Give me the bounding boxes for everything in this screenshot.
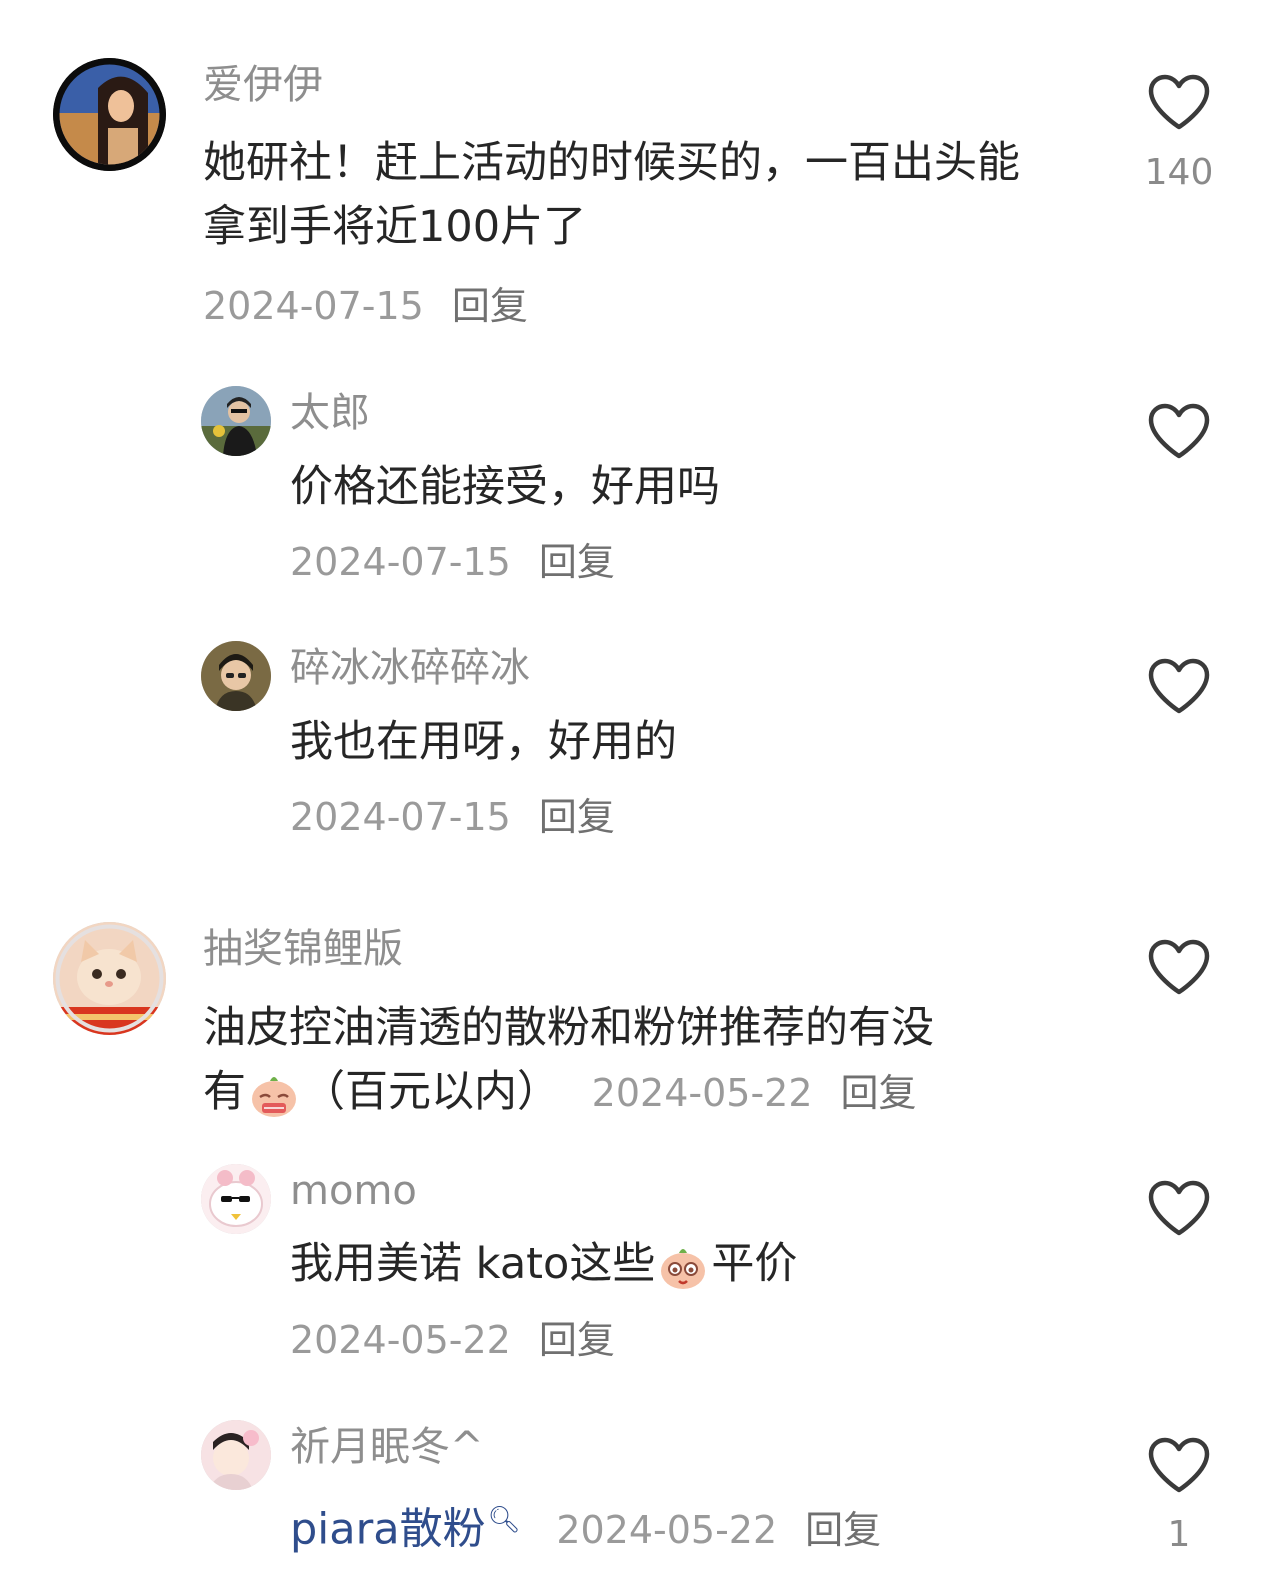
avatar[interactable] — [201, 641, 271, 711]
comment-text: 我也在用呀，好用的 — [290, 717, 677, 767]
comment-meta: 2024-07-15 回复 — [290, 798, 615, 836]
comment-text-line: 有 （百元以内） 2024-05-22 回复 — [203, 1060, 1103, 1124]
like-button[interactable] — [1139, 391, 1219, 471]
comment-text-segment: 有 — [203, 1067, 246, 1117]
like-button[interactable] — [1139, 1168, 1219, 1248]
comment-meta: 2024-05-22 回复 — [556, 1508, 881, 1552]
heart-outline-icon — [1148, 74, 1210, 130]
comment-date: 2024-07-15 — [203, 284, 424, 328]
comment-text-segment: （百元以内） — [302, 1067, 560, 1117]
heart-outline-icon — [1148, 403, 1210, 459]
avatar[interactable] — [53, 58, 166, 171]
reply-button[interactable]: 回复 — [539, 540, 615, 584]
comment-meta: 2024-07-15 回复 — [203, 287, 528, 325]
comment-text: piara散粉🔍︎ 2024-05-22 回复 — [290, 1488, 1190, 1561]
comment-meta: 2024-07-15 回复 — [290, 543, 615, 581]
username[interactable]: 太郎 — [290, 393, 370, 433]
reply-button[interactable]: 回复 — [805, 1508, 881, 1552]
comment-text: 价格还能接受，好用吗 — [290, 462, 720, 512]
comment-text-segment: 我用美诺 kato这些 — [290, 1239, 656, 1289]
comment-meta: 2024-05-22 回复 — [592, 1071, 917, 1115]
comment-text: 油皮控油清透的散粉和粉饼推荐的有没 有 （百元以内） 2024-05-22 回复 — [203, 996, 1103, 1124]
heart-outline-icon — [1148, 939, 1210, 995]
reply-button[interactable]: 回复 — [841, 1071, 917, 1115]
shy-face-emoji — [248, 1069, 300, 1121]
comment-date: 2024-07-15 — [290, 795, 511, 839]
heart-outline-icon — [1148, 1180, 1210, 1236]
reply-button[interactable]: 回复 — [452, 284, 528, 328]
like-button[interactable] — [1139, 927, 1219, 1007]
comment-date: 2024-05-22 — [591, 1071, 813, 1115]
comment-date: 2024-07-15 — [290, 540, 511, 584]
username[interactable]: momo — [290, 1171, 417, 1211]
avatar[interactable] — [201, 386, 271, 456]
comment-text-line: 油皮控油清透的散粉和粉饼推荐的有没 — [203, 1003, 934, 1053]
comment-date: 2024-05-22 — [556, 1508, 778, 1553]
username[interactable]: 碎冰冰碎碎冰 — [290, 648, 530, 688]
comment-text: 我用美诺 kato这些 平价 — [290, 1232, 1070, 1296]
heart-outline-icon — [1148, 658, 1210, 714]
comment-text: 她研社！赶上活动的时候买的，一百出头能拿到手将近100片了 — [203, 138, 1020, 252]
reply-button[interactable]: 回复 — [539, 795, 615, 839]
smiling-face-emoji — [657, 1241, 709, 1293]
comment-text-segment: 平价 — [711, 1239, 798, 1289]
username[interactable]: 爱伊伊 — [203, 65, 323, 105]
like-button[interactable] — [1139, 646, 1219, 726]
search-icon[interactable]: 🔍︎ — [488, 1505, 521, 1535]
like-button[interactable] — [1139, 62, 1219, 142]
comment-meta: 2024-05-22 回复 — [290, 1321, 615, 1359]
username[interactable]: 抽奖锦鲤版 — [203, 929, 403, 969]
username[interactable]: 祈月眠冬^ — [290, 1427, 484, 1467]
heart-outline-icon — [1148, 1437, 1210, 1493]
avatar[interactable] — [201, 1164, 271, 1234]
like-button[interactable] — [1139, 1425, 1219, 1505]
like-count: 140 — [1144, 152, 1214, 193]
search-link[interactable]: piara散粉 — [290, 1504, 486, 1554]
comment-date: 2024-05-22 — [290, 1318, 511, 1362]
avatar[interactable] — [201, 1420, 271, 1490]
reply-button[interactable]: 回复 — [539, 1318, 615, 1362]
avatar[interactable] — [53, 922, 166, 1035]
like-count: 1 — [1167, 1514, 1191, 1555]
